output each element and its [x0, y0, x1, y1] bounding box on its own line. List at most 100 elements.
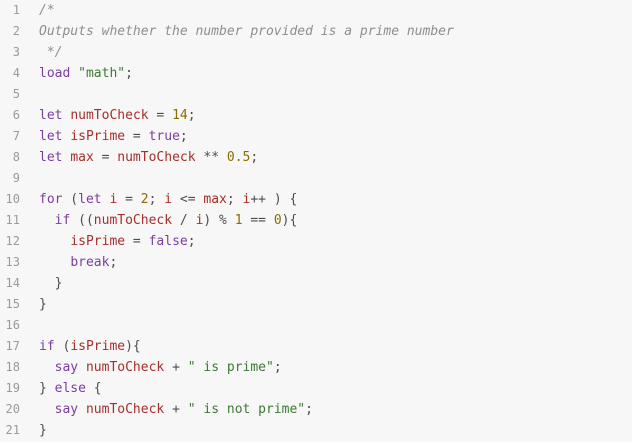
line-number: 6 — [12, 108, 20, 122]
code-token-var: numToCheck — [85, 360, 165, 375]
code-line[interactable]: 14 } — [0, 273, 632, 294]
code-token-op: ++ — [250, 192, 267, 207]
code-token-punct: } — [39, 297, 47, 312]
code-token-keyword: say — [54, 402, 79, 417]
code-text: load "math"; — [39, 63, 133, 84]
code-token-op: ** — [195, 150, 227, 165]
code-token-punct: ; — [273, 360, 282, 375]
code-token-var: isPrime — [70, 129, 126, 144]
code-line[interactable]: 11 if ((numToCheck / i) % 1 == 0){ — [0, 210, 632, 231]
code-token-op: = — [148, 108, 173, 123]
code-token-var: max — [70, 150, 94, 165]
code-token-keyword: let — [39, 108, 63, 123]
code-line[interactable]: 15} — [0, 294, 632, 315]
code-line[interactable]: 2 Outputs whether the number provided is … — [0, 21, 632, 42]
code-token-punct — [39, 234, 70, 249]
code-line[interactable]: 5 — [0, 84, 632, 105]
code-token-punct: ; — [109, 255, 118, 270]
line-number: 14 — [5, 276, 20, 290]
code-token-string: "math" — [78, 66, 126, 81]
code-token-punct — [39, 255, 70, 270]
code-line[interactable]: 6 let numToCheck = 14; — [0, 105, 632, 126]
code-text: isPrime = false; — [39, 231, 195, 252]
code-token-punct: { — [85, 381, 102, 396]
code-line[interactable]: 12 isPrime = false; — [0, 231, 632, 252]
code-token-punct — [39, 402, 55, 417]
code-token-punct: ( — [54, 339, 71, 354]
code-token-comment: */ — [39, 45, 63, 60]
code-token-number: 1 — [234, 213, 243, 228]
line-number: 20 — [5, 402, 20, 416]
code-token-keyword: if — [39, 339, 55, 354]
code-line[interactable]: 16 — [0, 315, 632, 336]
code-token-punct: ; — [226, 192, 243, 207]
code-line[interactable]: 7 let isPrime = true; — [0, 126, 632, 147]
code-line[interactable]: 3 */ — [0, 42, 632, 63]
code-token-number: 0 — [273, 213, 282, 228]
line-number: 19 — [5, 381, 20, 395]
code-token-var: isPrime — [70, 234, 126, 249]
code-text: } — [39, 420, 47, 441]
code-text: break; — [39, 252, 117, 273]
code-token-punct: } — [39, 381, 55, 396]
code-token-bool: false — [148, 234, 188, 249]
code-editor[interactable]: 1 /* 2 Outputs whether the number provided … — [0, 0, 632, 442]
code-token-var: numToCheck — [117, 150, 196, 165]
code-token-op: = — [117, 192, 141, 207]
line-number: 9 — [12, 171, 20, 185]
code-token-keyword: let — [39, 129, 63, 144]
line-number: 13 — [5, 255, 20, 269]
code-line[interactable]: 9 — [0, 168, 632, 189]
code-token-punct: ){ — [125, 339, 141, 354]
code-text: /* — [39, 0, 55, 21]
line-number: 17 — [5, 339, 20, 353]
code-line[interactable]: 4 load "math"; — [0, 63, 632, 84]
line-number: 21 — [5, 423, 20, 437]
code-token-var: i — [164, 192, 173, 207]
code-token-keyword: else — [54, 381, 86, 396]
code-token-punct — [70, 66, 78, 81]
line-number: 8 — [12, 150, 20, 164]
code-line[interactable]: 19} else { — [0, 378, 632, 399]
code-token-punct — [39, 213, 55, 228]
code-text: } — [39, 294, 47, 315]
code-token-keyword: if — [54, 213, 71, 228]
code-text: } — [39, 273, 63, 294]
code-token-punct — [78, 360, 86, 375]
code-token-op: + — [164, 402, 188, 417]
code-line[interactable]: 13 break; — [0, 252, 632, 273]
code-line[interactable]: 1 /* — [0, 0, 632, 21]
code-token-punct — [78, 402, 86, 417]
code-token-keyword: load — [39, 66, 71, 81]
line-number: 11 — [5, 213, 20, 227]
code-token-keyword: let — [39, 150, 63, 165]
code-line[interactable]: 17 if (isPrime){ — [0, 336, 632, 357]
code-line[interactable]: 20 say numToCheck + " is not prime"; — [0, 399, 632, 420]
code-token-op: == — [242, 213, 274, 228]
code-token-string: " is not prime" — [187, 402, 306, 417]
code-token-comment: /* — [39, 3, 55, 18]
line-number: 7 — [12, 129, 20, 143]
code-text: say numToCheck + " is prime"; — [39, 357, 282, 378]
code-line[interactable]: 10 for (let i = 2; i <= max; i++ ) { — [0, 189, 632, 210]
code-line[interactable]: 8 let max = numToCheck ** 0.5; — [0, 147, 632, 168]
code-line[interactable]: 21} — [0, 420, 632, 441]
code-token-punct: ; — [250, 150, 259, 165]
code-token-punct: } — [39, 423, 47, 438]
code-token-punct: (( — [70, 213, 94, 228]
line-number: 10 — [5, 192, 20, 206]
code-line[interactable]: 18 say numToCheck + " is prime"; — [0, 357, 632, 378]
code-token-number: 14 — [172, 108, 188, 123]
code-token-keyword: for — [39, 192, 63, 207]
code-text: let isPrime = true; — [39, 126, 188, 147]
code-token-keyword: break — [70, 255, 110, 270]
code-token-op: = — [125, 129, 149, 144]
code-text: say numToCheck + " is not prime"; — [39, 399, 313, 420]
code-token-op: / — [172, 213, 196, 228]
code-token-op: <= — [172, 192, 204, 207]
code-token-comment: Outputs whether the number provided is a… — [39, 24, 454, 39]
code-token-var: numToCheck — [85, 402, 165, 417]
code-token-punct: ) { — [266, 192, 298, 207]
code-text: if ((numToCheck / i) % 1 == 0){ — [39, 210, 298, 231]
code-token-punct: ( — [62, 192, 79, 207]
